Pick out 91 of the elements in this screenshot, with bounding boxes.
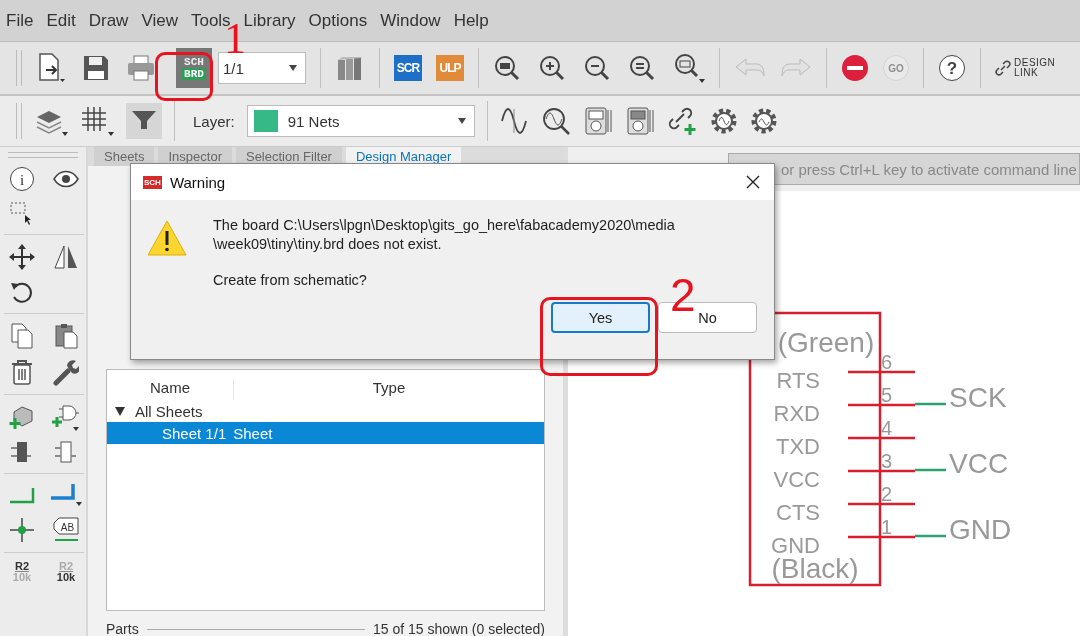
move-icon[interactable] [8, 243, 36, 271]
menu-item[interactable]: Edit [46, 10, 76, 31]
zoom-reset-icon[interactable] [628, 54, 656, 82]
stop-icon[interactable] [841, 54, 869, 82]
link-icon [995, 60, 1011, 76]
sheet-select[interactable]: 1/1 [218, 52, 306, 84]
parts-summary: 15 of 15 shown (0 selected) [373, 621, 545, 636]
trash-icon[interactable] [10, 358, 34, 386]
menu-item[interactable]: View [141, 10, 178, 31]
add-gate-icon[interactable] [51, 403, 81, 431]
zoom-fit-icon[interactable] [493, 54, 521, 82]
pin-number: 2 [881, 483, 893, 505]
menu-item[interactable]: Draw [88, 10, 129, 31]
warning-icon [147, 220, 187, 256]
name-column-header[interactable]: Name [107, 379, 234, 400]
pin-name: RTS [776, 368, 820, 393]
pin-name: VCC [773, 467, 820, 492]
zoom-in-icon[interactable] [538, 54, 566, 82]
script-button[interactable]: SCR [394, 55, 422, 81]
tree-group[interactable]: All Sheets [135, 402, 203, 420]
copy-icon[interactable] [9, 322, 35, 350]
books-icon[interactable] [335, 54, 365, 82]
sheet-row[interactable]: Sheet 1/1 Sheet [107, 422, 544, 444]
sheet-name: Sheet 1/1 [162, 424, 227, 442]
panel-tab[interactable]: Sheets [94, 147, 155, 166]
layer-select[interactable]: 91 Nets [246, 105, 475, 137]
pin-number: 5 [881, 384, 893, 406]
part-label: (Green) [777, 327, 875, 358]
net-wire [915, 468, 946, 472]
yes-button[interactable]: Yes [551, 302, 650, 333]
net-label: GND [949, 514, 1012, 545]
value-tool[interactable]: R2 10k [56, 561, 76, 582]
wire-icon[interactable] [8, 485, 36, 505]
highlight-ring [155, 52, 213, 101]
print-icon[interactable] [126, 54, 156, 82]
multimeter-icon[interactable] [583, 106, 614, 136]
new-document-icon[interactable] [36, 52, 66, 84]
wrench-icon[interactable] [53, 358, 79, 386]
sheet-type: Sheet [233, 424, 273, 442]
zoom-area-icon[interactable] [673, 52, 705, 84]
dialog-title: Warning [169, 173, 227, 191]
pin-line [848, 403, 915, 407]
name-tool[interactable]: R2 10k [12, 561, 32, 582]
pin-number: 1 [881, 516, 893, 538]
info-icon[interactable]: i [9, 166, 35, 192]
menu-item[interactable]: Help [453, 10, 489, 31]
help-icon[interactable]: ? [938, 54, 966, 82]
sine-wave-icon[interactable] [499, 107, 530, 135]
filter-button[interactable] [126, 103, 162, 139]
mirror-icon[interactable] [52, 243, 80, 271]
pin-number: 6 [881, 351, 893, 373]
paste-icon[interactable] [53, 322, 79, 350]
pin-name: RXD [773, 401, 820, 426]
net-label: SCK [949, 382, 1007, 413]
dialog-question: Create from schematic? [213, 272, 368, 288]
save-icon[interactable] [82, 54, 110, 82]
pin-line [848, 535, 915, 539]
net-wire [915, 402, 946, 406]
eye-icon[interactable] [52, 169, 80, 189]
menu-item[interactable]: File [6, 10, 34, 31]
close-icon[interactable] [746, 175, 760, 189]
app-icon: SCH [143, 175, 162, 189]
link-add-icon[interactable] [667, 106, 698, 136]
pin-number: 3 [881, 450, 893, 472]
grid-icon[interactable] [80, 105, 114, 137]
design-link-button[interactable]: DESIGN LINK [995, 58, 1056, 78]
pin-line [848, 436, 915, 440]
menu-item[interactable]: Options [308, 10, 368, 31]
zoom-out-icon[interactable] [583, 54, 611, 82]
menu-item[interactable]: Window [380, 10, 441, 31]
type-column-header[interactable]: Type [234, 379, 544, 400]
gear-icon[interactable] [709, 107, 738, 135]
dialog-message: The board C:\Users\lpgn\Desktop\gits_go_here\fabacademy2020\media \week09\tiny\tiny.brd does not exist. [213, 216, 675, 254]
oscilloscope-meter-icon[interactable] [625, 106, 656, 136]
layer-label: Layer: [193, 112, 235, 130]
add-part-icon[interactable] [8, 404, 36, 430]
menu-item[interactable]: Library [243, 10, 296, 31]
pin-line [848, 502, 915, 506]
pin-name: CTS [776, 500, 820, 525]
pin-line [848, 370, 915, 374]
parts-label: Parts [106, 621, 139, 636]
component-outline-icon[interactable] [53, 439, 79, 465]
net-wire [915, 534, 946, 538]
pin-line [848, 469, 915, 473]
net-label: VCC [949, 448, 1009, 479]
gear-icon[interactable] [749, 107, 778, 135]
junction-icon[interactable] [8, 516, 36, 544]
pin-name: TXD [776, 434, 820, 459]
bus-icon[interactable] [49, 482, 83, 508]
pin-number: 4 [881, 417, 893, 439]
sine-zoom-icon[interactable] [541, 107, 572, 135]
